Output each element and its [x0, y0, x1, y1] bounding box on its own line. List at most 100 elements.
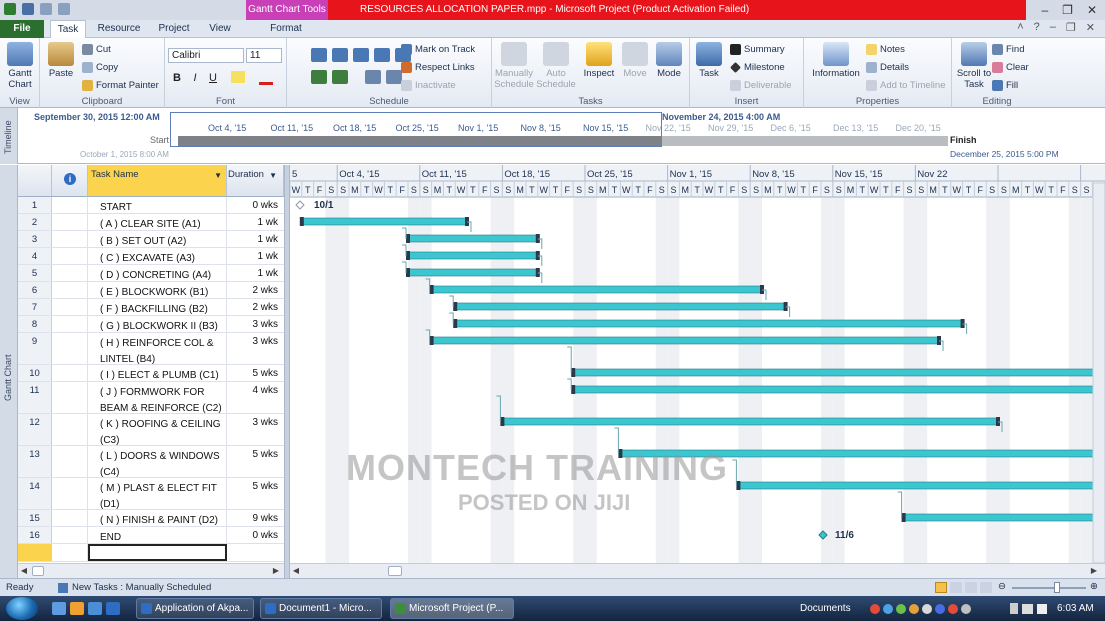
- tab-format[interactable]: Format: [262, 20, 310, 38]
- task-name-cell[interactable]: ( M ) PLAST & ELECT FIT (D1): [88, 478, 227, 510]
- row-id[interactable]: 16: [18, 527, 52, 543]
- tray-app-icon[interactable]: [870, 603, 880, 614]
- gantt-chart-button[interactable]: Gantt Chart: [3, 42, 37, 90]
- task-name-cell[interactable]: ( K ) ROOFING & CEILING (C3): [88, 414, 227, 446]
- tray-app-icon[interactable]: [948, 603, 958, 614]
- move-button[interactable]: Move: [618, 42, 652, 79]
- zero-percent-icon[interactable]: [311, 48, 327, 62]
- save-icon[interactable]: [22, 3, 34, 15]
- table-row[interactable]: 1 START 0 wks: [18, 197, 284, 214]
- font-family-select[interactable]: Calibri: [168, 48, 244, 63]
- details-button[interactable]: Details: [866, 60, 909, 74]
- indent-icon[interactable]: [332, 70, 348, 84]
- redo-icon[interactable]: [58, 3, 70, 15]
- table-row[interactable]: 11 ( J ) FORMWORK FOR BEAM & REINFORCE (C…: [18, 382, 284, 414]
- task-name-column-header[interactable]: Task Name ▼: [88, 165, 227, 197]
- row-id[interactable]: 2: [18, 214, 52, 230]
- task-name-cell[interactable]: START: [88, 197, 227, 213]
- doc-minimize-icon[interactable]: –: [1050, 21, 1056, 34]
- tray-documents[interactable]: Documents: [800, 596, 851, 621]
- milestone-button[interactable]: Milestone: [730, 60, 785, 74]
- summary-button[interactable]: Summary: [730, 42, 785, 56]
- row-id[interactable]: 3: [18, 231, 52, 247]
- gantt-chart[interactable]: 5 Oct 4, '15 Oct 11, '15 Oct 18, '15 Oct 25,…: [290, 165, 1105, 563]
- browser-icon[interactable]: [88, 602, 102, 615]
- table-row[interactable]: 9 ( H ) REINFORCE COL & LINTEL (B4) 3 wks: [18, 333, 284, 365]
- table-row[interactable]: 5 ( D ) CONCRETING (A4) 1 wk: [18, 265, 284, 282]
- taskbar-item-word-doc[interactable]: Application of Akpa...: [136, 598, 254, 619]
- chart-scroll-thumb[interactable]: [388, 566, 402, 576]
- table-row[interactable]: 8 ( G ) BLOCKWORK II (B3) 3 wks: [18, 316, 284, 333]
- unlink-icon[interactable]: [386, 70, 402, 84]
- task-name-input[interactable]: [88, 544, 227, 561]
- minimize-icon[interactable]: –: [1041, 3, 1048, 17]
- row-id[interactable]: 8: [18, 316, 52, 332]
- tray-app-icon[interactable]: [935, 603, 945, 614]
- ribbon-collapse-icon[interactable]: ˄: [1017, 21, 1023, 34]
- duration-cell[interactable]: 2 wks: [227, 299, 280, 315]
- zoom-slider-thumb[interactable]: [1054, 582, 1060, 593]
- row-id[interactable]: 14: [18, 478, 52, 509]
- clock[interactable]: 6:03 AM: [1057, 596, 1094, 621]
- table-row[interactable]: 13 ( L ) DOORS & WINDOWS (C4) 5 wks: [18, 446, 284, 478]
- show-desktop-icon[interactable]: [52, 602, 66, 615]
- duration-cell[interactable]: 5 wks: [227, 446, 280, 477]
- row-id[interactable]: 9: [18, 333, 52, 364]
- insert-task-button[interactable]: Task: [694, 42, 724, 79]
- start-button-icon[interactable]: [6, 597, 38, 620]
- doc-close-icon[interactable]: ✕: [1086, 21, 1095, 34]
- duration-cell[interactable]: 3 wks: [227, 414, 280, 445]
- copy-button[interactable]: Copy: [82, 60, 118, 74]
- grid-scroll-left-icon[interactable]: ◀: [18, 564, 30, 578]
- info-column-header[interactable]: i: [52, 165, 88, 197]
- row-id[interactable]: [18, 544, 52, 561]
- scroll-to-task-button[interactable]: Scroll to Task: [956, 42, 992, 90]
- duration-cell[interactable]: [227, 544, 280, 561]
- mark-on-track-button[interactable]: Mark on Track: [401, 42, 475, 56]
- table-row[interactable]: 2 ( A ) CLEAR SITE (A1) 1 wk: [18, 214, 284, 231]
- task-name-cell[interactable]: ( G ) BLOCKWORK II (B3): [88, 316, 227, 332]
- auto-schedule-button[interactable]: Auto Schedule: [536, 42, 576, 90]
- duration-cell[interactable]: 0 wks: [227, 527, 280, 543]
- grid-corner[interactable]: [18, 165, 52, 197]
- duration-cell[interactable]: 1 wk: [227, 248, 280, 264]
- bold-button[interactable]: B: [169, 71, 185, 86]
- tab-project[interactable]: Project: [152, 20, 196, 38]
- duration-cell[interactable]: 4 wks: [227, 382, 280, 413]
- font-size-select[interactable]: 11: [246, 48, 282, 63]
- task-name-cell[interactable]: ( F ) BACKFILLING (B2): [88, 299, 227, 315]
- manually-schedule-button[interactable]: Manually Schedule: [494, 42, 534, 90]
- font-color-icon[interactable]: [259, 71, 273, 85]
- deliverable-button[interactable]: Deliverable: [730, 78, 792, 92]
- duration-dropdown-icon[interactable]: ▼: [269, 171, 277, 180]
- duration-column-header[interactable]: Duration ▼: [227, 165, 284, 197]
- find-button[interactable]: Find: [992, 42, 1024, 56]
- task-name-cell[interactable]: ( N ) FINISH & PAINT (D2): [88, 510, 227, 526]
- tray-app-icon[interactable]: [883, 603, 893, 614]
- row-id[interactable]: 15: [18, 510, 52, 526]
- duration-cell[interactable]: 3 wks: [227, 333, 280, 364]
- paste-button[interactable]: Paste: [44, 42, 78, 79]
- respect-links-button[interactable]: Respect Links: [401, 60, 475, 74]
- network-icon[interactable]: [1022, 603, 1033, 614]
- timeline-pane[interactable]: September 30, 2015 12:00 AM November 24,…: [18, 108, 1105, 164]
- table-row[interactable]: 6 ( E ) BLOCKWORK (B1) 2 wks: [18, 282, 284, 299]
- cut-button[interactable]: Cut: [82, 42, 111, 56]
- duration-cell[interactable]: 9 wks: [227, 510, 280, 526]
- task-name-cell[interactable]: ( B ) SET OUT (A2): [88, 231, 227, 247]
- seventyfive-percent-icon[interactable]: [374, 48, 390, 62]
- row-id[interactable]: 12: [18, 414, 52, 445]
- chart-scroll-right-icon[interactable]: ▶: [1088, 564, 1100, 578]
- tray-app-icon[interactable]: [961, 603, 971, 614]
- tab-task[interactable]: Task: [50, 20, 86, 39]
- mode-button[interactable]: Mode: [652, 42, 686, 79]
- task-name-cell[interactable]: ( E ) BLOCKWORK (B1): [88, 282, 227, 298]
- duration-cell[interactable]: 3 wks: [227, 316, 280, 332]
- clear-button[interactable]: Clear: [992, 60, 1029, 74]
- task-name-cell[interactable]: ( D ) CONCRETING (A4): [88, 265, 227, 281]
- task-name-cell[interactable]: ( L ) DOORS & WINDOWS (C4): [88, 446, 227, 478]
- fifty-percent-icon[interactable]: [353, 48, 369, 62]
- restore-icon[interactable]: ❐: [1062, 3, 1073, 17]
- notes-button[interactable]: Notes: [866, 42, 905, 56]
- media-icon[interactable]: [106, 602, 120, 615]
